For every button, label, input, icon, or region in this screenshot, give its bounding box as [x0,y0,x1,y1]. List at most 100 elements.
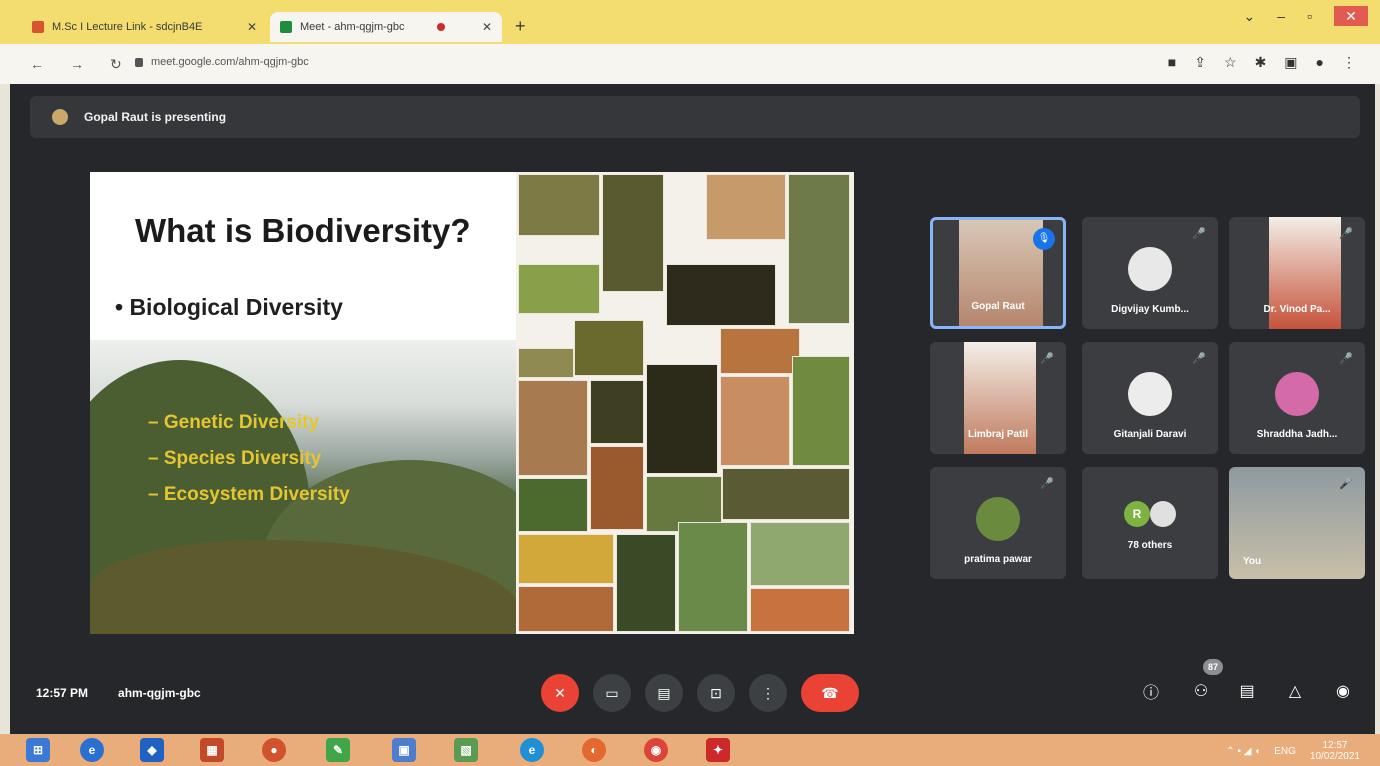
star-icon[interactable]: ☆ [1224,54,1237,71]
forward-icon[interactable]: → [70,56,84,73]
tab-lecture-link[interactable]: M.Sc I Lecture Link - sdcjnB4E ✕ [22,12,267,42]
profile-icon[interactable]: ● [1316,54,1324,71]
mic-off-icon: 🎤 [1339,478,1353,490]
presenting-text: Gopal Raut is presenting [84,110,227,124]
chevron-down-icon[interactable]: ⌄ [1244,8,1256,25]
self-tile[interactable]: 🎤 You [1229,467,1365,579]
dropbox-icon[interactable]: ◆ [140,738,164,762]
tab-meet[interactable]: Meet - ahm-qgjm-gbc ✕ [270,12,502,42]
participant-tile[interactable]: 🎤 pratima pawar [930,467,1066,579]
slide-title: What is Biodiversity? [135,212,471,249]
clock[interactable]: 12:57 10/02/2021 [1310,740,1360,762]
close-icon[interactable]: ✕ [482,20,492,34]
present-button[interactable]: ⊡ [697,674,735,712]
tab-label: Meet - ahm-qgjm-gbc [300,21,405,33]
screen: M.Sc I Lecture Link - sdcjnB4E ✕ Meet - … [0,0,1380,766]
mic-toggle-button[interactable]: ✕ [541,674,579,712]
captions-button[interactable]: ▤ [645,674,683,712]
hang-up-icon: ☎ [821,684,839,701]
restore-button[interactable]: ▫ [1307,8,1312,24]
avatar: R [1124,501,1150,527]
participant-tile[interactable]: 🎤 Digvijay Kumb... [1082,217,1218,329]
media-icon[interactable]: ▦ [200,738,224,762]
puzzle-icon[interactable]: ✱ [1255,54,1267,71]
system-tray: ⌃ ▪ ◢ ◖ ENG 12:57 10/02/2021 [1226,740,1360,762]
url-field[interactable]: meet.google.com/ahm-qgjm-gbc [135,56,309,68]
people-button[interactable]: ⚇ [1186,676,1216,706]
participant-name: Shraddha Jadh... [1256,429,1338,440]
info-icon: ⓘ [1142,685,1159,702]
minimize-button[interactable]: – [1277,8,1285,24]
presenter-avatar-icon [52,109,68,125]
meeting-code: ahm-qgjm-gbc [118,686,201,700]
mic-off-icon: 🎤 [1339,228,1353,240]
tray-icons[interactable]: ⌃ ▪ ◢ ◖ [1226,746,1260,757]
end-call-button[interactable]: ☎ [801,674,859,712]
menu-icon[interactable]: ⋮ [1342,54,1356,71]
app-icon[interactable]: ◐ [582,738,606,762]
participant-name: Limbraj Patil [967,429,1028,440]
mic-off-icon: 🎤 [1040,478,1054,490]
participant-tile[interactable]: 🎙 Gopal Raut [930,217,1066,329]
sidebar-icon[interactable]: ▣ [1284,54,1297,71]
back-icon[interactable]: ← [30,56,44,73]
more-options-button[interactable]: ⋮ [749,674,787,712]
slide-item-species: – Species Diversity [148,448,322,469]
input-language[interactable]: ENG [1274,746,1296,757]
more-icon: ⋮ [761,684,775,701]
participant-video [959,220,1043,326]
mic-off-icon: 🎤 [1040,353,1054,365]
chat-button[interactable]: ▤ [1232,676,1262,706]
tool-icon[interactable]: ✎ [326,738,350,762]
url-text: meet.google.com/ahm-qgjm-gbc [151,56,309,68]
avatar [1150,501,1176,527]
participant-tile[interactable]: 🎤 Gitanjali Daravi [1082,342,1218,454]
participant-name: Gopal Raut [971,301,1025,312]
insect-collage-image [516,172,854,634]
participants-count-badge: 87 [1203,659,1223,675]
activities-button[interactable]: △ [1280,676,1310,706]
host-controls-button[interactable]: ◉ [1328,676,1358,706]
mic-off-icon: ✕ [554,684,566,701]
camera-icon[interactable]: ■ [1168,54,1176,71]
edge-icon[interactable]: e [520,738,544,762]
slide-bullet: • Biological Diversity [115,294,343,320]
avatar [1128,372,1172,416]
gmail-icon [32,21,44,33]
others-tile[interactable]: R 78 others [1082,467,1218,579]
windows-start-icon[interactable]: ⊞ [26,738,50,762]
presentation-slide: What is Biodiversity? • Biological Diver… [90,172,854,634]
participant-tile[interactable]: 🎤 Shraddha Jadh... [1229,342,1365,454]
close-window-button[interactable]: ✕ [1334,6,1368,26]
ie-icon[interactable]: e [80,738,104,762]
camera-icon: ▭ [605,684,619,701]
tray-date: 10/02/2021 [1309,751,1360,762]
present-icon: ⊡ [710,684,722,701]
nav-buttons: ← → ↻ [30,56,122,73]
chat-icon: ▤ [1239,683,1255,700]
mic-off-icon: 🎤 [1339,353,1353,365]
camera-toggle-button[interactable]: ▭ [593,674,631,712]
firefox-icon[interactable]: ● [262,738,286,762]
reload-icon[interactable]: ↻ [110,56,122,73]
participant-name: You [1243,556,1262,567]
participant-name: Gitanjali Daravi [1113,429,1187,440]
meeting-time: 12:57 PM [36,686,89,700]
speaking-indicator-icon: 🎙 [1033,228,1055,250]
close-icon[interactable]: ✕ [247,20,257,34]
meeting-info: 12:57 PM ahm-qgjm-gbc [36,686,201,700]
extension-icons: ■ ⇪ ☆ ✱ ▣ ● ⋮ [1168,54,1356,71]
meet-icon [280,21,292,33]
share-icon[interactable]: ⇪ [1194,54,1206,71]
file-icon[interactable]: ▣ [392,738,416,762]
pdf-icon[interactable]: ✦ [706,738,730,762]
avatar [1128,247,1172,291]
address-bar: ← → ↻ meet.google.com/ahm-qgjm-gbc ■ ⇪ ☆… [0,44,1380,84]
meeting-details-button[interactable]: ⓘ [1136,676,1166,706]
tray-time: 12:57 [1322,740,1348,751]
chrome-icon[interactable]: ◉ [644,738,668,762]
participant-tile[interactable]: 🎤 Limbraj Patil [930,342,1066,454]
gallery-icon[interactable]: ▧ [454,738,478,762]
new-tab-button[interactable]: + [515,16,526,37]
participant-tile[interactable]: 🎤 Dr. Vinod Pa... [1229,217,1365,329]
